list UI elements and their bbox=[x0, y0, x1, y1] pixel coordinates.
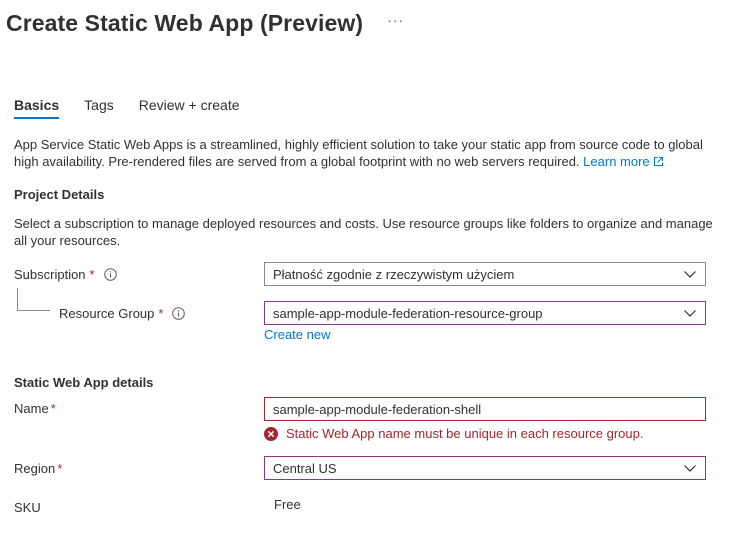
required-marker: * bbox=[89, 267, 95, 282]
chevron-down-icon bbox=[684, 465, 696, 472]
subscription-dropdown[interactable]: Płatność zgodnie z rzeczywistym użyciem bbox=[264, 262, 706, 286]
app-details-heading: Static Web App details bbox=[14, 375, 154, 390]
create-new-link[interactable]: Create new bbox=[264, 327, 330, 342]
resource-group-label-text: Resource Group bbox=[59, 306, 155, 321]
tab-review-create[interactable]: Review + create bbox=[139, 97, 240, 119]
resource-group-dropdown[interactable]: sample-app-module-federation-resource-gr… bbox=[264, 301, 706, 325]
resource-group-value: sample-app-module-federation-resource-gr… bbox=[273, 305, 543, 321]
page-header: Create Static Web App (Preview) ··· bbox=[6, 10, 404, 37]
tab-bar: Basics Tags Review + create bbox=[14, 97, 265, 119]
required-marker: * bbox=[57, 461, 63, 476]
region-label-text: Region bbox=[14, 461, 56, 476]
region-label: Region * bbox=[14, 461, 62, 476]
sku-value: Free bbox=[274, 497, 301, 512]
name-error-message: Static Web App name must be unique in ea… bbox=[264, 426, 643, 441]
resource-group-label: Resource Group * bbox=[59, 306, 186, 321]
chevron-down-icon bbox=[684, 310, 696, 317]
learn-more-link[interactable]: Learn more bbox=[583, 154, 663, 169]
tab-tags[interactable]: Tags bbox=[84, 97, 114, 119]
project-details-heading: Project Details bbox=[14, 187, 105, 202]
info-icon[interactable] bbox=[103, 268, 117, 281]
region-value: Central US bbox=[273, 460, 337, 476]
learn-more-label[interactable]: Learn more bbox=[583, 154, 649, 169]
intro-paragraph: App Service Static Web Apps is a streaml… bbox=[14, 136, 729, 170]
more-options-button[interactable]: ··· bbox=[387, 12, 404, 28]
info-icon[interactable] bbox=[172, 307, 186, 320]
region-dropdown[interactable]: Central US bbox=[264, 456, 706, 480]
subscription-label: Subscription * bbox=[14, 267, 117, 282]
required-marker: * bbox=[158, 306, 164, 321]
name-label: Name * bbox=[14, 401, 56, 416]
name-label-text: Name bbox=[14, 401, 49, 416]
name-input[interactable]: sample-app-module-federation-shell bbox=[264, 397, 706, 421]
sku-label: SKU bbox=[14, 500, 41, 515]
subscription-value: Płatność zgodnie z rzeczywistym użyciem bbox=[273, 266, 515, 282]
chevron-down-icon bbox=[684, 271, 696, 278]
name-error-text: Static Web App name must be unique in ea… bbox=[286, 426, 644, 441]
tree-connector bbox=[17, 288, 50, 311]
project-details-description: Select a subscription to manage deployed… bbox=[14, 216, 713, 248]
page-title: Create Static Web App (Preview) bbox=[6, 10, 364, 36]
error-icon bbox=[264, 426, 278, 441]
external-link-icon bbox=[653, 157, 663, 166]
tab-basics[interactable]: Basics bbox=[14, 97, 60, 119]
subscription-label-text: Subscription bbox=[14, 267, 86, 282]
required-marker: * bbox=[50, 401, 56, 416]
